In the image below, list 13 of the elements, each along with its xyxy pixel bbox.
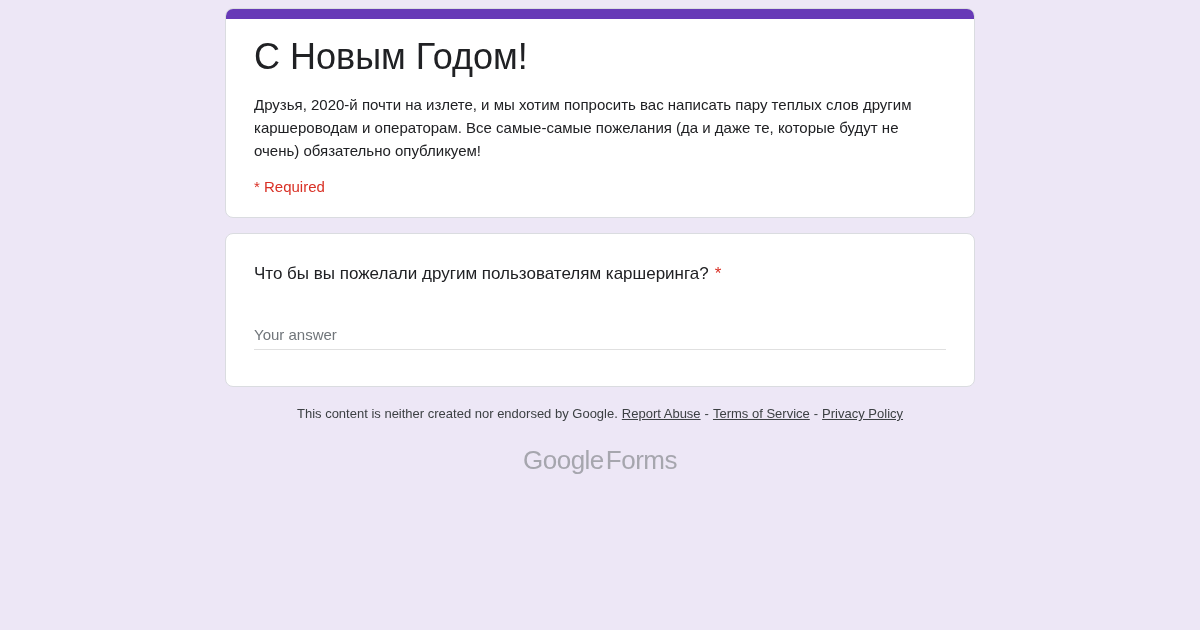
required-asterisk: * <box>714 264 722 284</box>
form-description: Друзья, 2020-й почти на излете, и мы хотим попросить вас написать пару теплых слов другим каршероводам и операторам. Все самые-самые пожелания (да и даже те, которые будут не очень) обязательно опубликуем! <box>254 95 913 161</box>
required-note: * Required <box>254 178 326 195</box>
logo-brand: Google <box>523 445 604 476</box>
disclaimer-text: This content is neither created nor endorsed by Google. <box>296 406 618 421</box>
footer-link[interactable]: Privacy Policy <box>822 406 904 421</box>
question-text: Что бы вы пожелали другим пользователям каршеринга? <box>254 264 709 284</box>
separator-text: - <box>813 406 819 421</box>
logo-product: Forms <box>605 445 677 476</box>
form-title: С Новым Годом! <box>254 35 529 79</box>
footer-link[interactable]: Terms of Service <box>712 406 810 421</box>
footer-link[interactable]: Report Abuse <box>621 406 701 421</box>
separator-text: - <box>704 406 709 421</box>
